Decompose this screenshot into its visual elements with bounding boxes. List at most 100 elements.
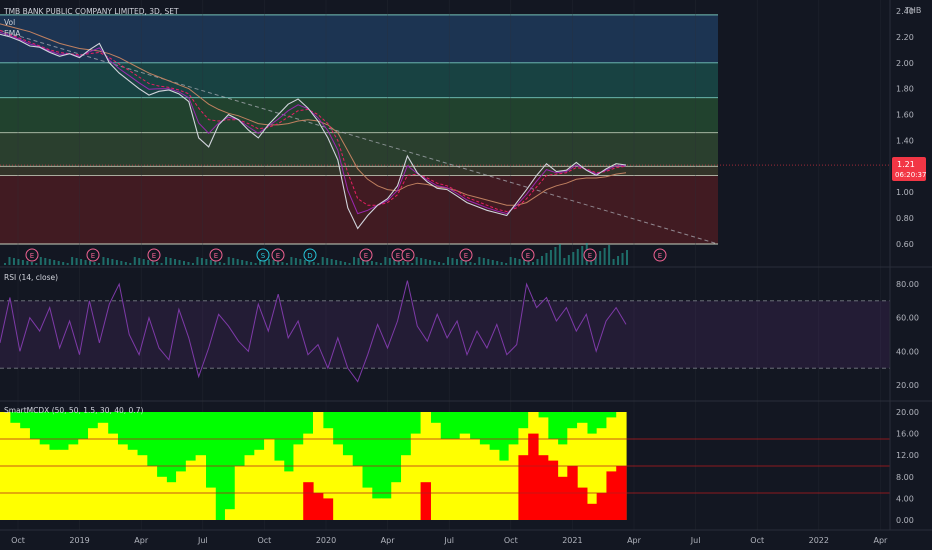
mcdx-yellow-bar (479, 444, 490, 520)
volume-bar (66, 263, 69, 265)
rsi-axis-label: 20.00 (896, 381, 919, 390)
volume-bar (285, 263, 288, 265)
volume-bar (424, 259, 427, 265)
event-marker-e[interactable]: E (25, 248, 39, 262)
price-zone-band (0, 14, 718, 63)
volume-bar (142, 259, 145, 265)
event-marker-letter: E (91, 252, 95, 260)
volume-bar (626, 250, 628, 265)
mcdx-yellow-bar (117, 444, 128, 520)
mcdx-yellow-bar (29, 439, 40, 520)
volume-bar (348, 263, 351, 265)
volume-bar (621, 253, 624, 265)
event-marker-e[interactable]: E (459, 248, 473, 262)
mcdx-yellow-bar (48, 449, 60, 520)
price-badge[interactable]: 1.21 06:20:37 (892, 157, 926, 181)
volume-bar (254, 263, 257, 265)
mcdx-yellow-bar (430, 422, 441, 520)
event-marker-e[interactable]: E (521, 248, 535, 262)
mcdx-red-bar (420, 482, 431, 520)
volume-bar (540, 256, 543, 265)
volume-bar (460, 260, 463, 265)
volume-bar (411, 263, 414, 265)
volume-bar (276, 261, 279, 265)
x-axis-label: Jul (197, 536, 208, 545)
volume-bar (344, 262, 347, 265)
event-marker-e[interactable]: E (359, 248, 373, 262)
event-marker-letter: E (588, 252, 592, 260)
volume-bar (406, 262, 409, 265)
volume-bar (370, 261, 373, 265)
price-axis-label: 0.60 (896, 240, 914, 249)
volume-bar (581, 246, 584, 265)
mcdx-yellow-bar (224, 509, 236, 520)
event-marker-letter: E (364, 252, 368, 260)
volume-bar (93, 262, 96, 265)
volume-bar (429, 260, 432, 265)
volume-bar (558, 244, 561, 265)
volume-bar (496, 261, 499, 265)
event-marker-e[interactable]: E (209, 248, 223, 262)
volume-bar (464, 261, 467, 265)
event-marker-e[interactable]: E (86, 248, 100, 262)
volume-bar (281, 262, 284, 265)
event-marker-e[interactable]: E (271, 248, 285, 262)
volume-bar (617, 256, 620, 265)
event-marker-e[interactable]: E (147, 248, 161, 262)
mcdx-yellow-bar (78, 439, 89, 520)
volume-bar (326, 258, 329, 265)
volume-bar (57, 261, 60, 265)
mcdx-yellow-bar (332, 444, 343, 520)
event-marker-e[interactable]: E (401, 248, 415, 262)
x-axis-label: 2022 (809, 536, 829, 545)
volume-bar (415, 257, 418, 265)
mcdx-yellow-bar (459, 433, 471, 520)
volume-bar (209, 260, 212, 265)
volume-bar (12, 258, 15, 265)
volume-bar (299, 259, 302, 265)
volume-bar (451, 258, 454, 265)
event-marker-letter: D (307, 252, 312, 260)
volume-bar (62, 262, 65, 265)
event-marker-letter: S (261, 252, 266, 260)
volume-bar (97, 263, 100, 265)
mcdx-yellow-bar (97, 422, 109, 520)
rsi-axis-label: 60.00 (896, 314, 919, 323)
volume-bar (523, 260, 526, 265)
ema-label: EMA (4, 29, 21, 38)
volume-bar (608, 245, 611, 265)
event-marker-s[interactable]: S (256, 248, 270, 262)
event-marker-letter: E (152, 252, 156, 260)
volume-bar (245, 261, 248, 265)
event-marker-e[interactable]: E (583, 248, 597, 262)
mcdx-red-bar (577, 487, 588, 520)
event-marker-d[interactable]: D (303, 248, 317, 262)
volume-bar (321, 257, 324, 265)
volume-bar (330, 259, 333, 265)
volume-bar (129, 263, 132, 265)
mcdx-red-bar (547, 460, 559, 520)
mcdx-red-bar (303, 482, 314, 520)
volume-bar (48, 259, 51, 265)
volume-bar (420, 258, 423, 265)
event-marker-e[interactable]: E (653, 248, 667, 262)
volume-bar (572, 252, 575, 265)
volume-bar (35, 263, 38, 265)
mcdx-yellow-bar (176, 471, 187, 520)
mcdx-red-bar (313, 493, 324, 520)
volume-bar (227, 257, 230, 265)
mcdx-yellow-bar (273, 460, 285, 520)
volume-bar (26, 261, 29, 265)
mcdx-axis-label: 20.00 (896, 408, 919, 417)
mcdx-yellow-bar (361, 487, 373, 520)
volume-bar (491, 260, 494, 265)
volume-bar (4, 263, 6, 265)
volume-bar (549, 250, 552, 265)
mcdx-yellow-bar (508, 444, 520, 520)
price-axis-label: 1.80 (896, 85, 914, 94)
volume-bar (191, 263, 194, 265)
mcdx-yellow-bar (58, 449, 70, 520)
mcdx-yellow-bar (293, 444, 304, 520)
volume-bar (473, 263, 476, 265)
mcdx-yellow-bar (371, 498, 383, 520)
